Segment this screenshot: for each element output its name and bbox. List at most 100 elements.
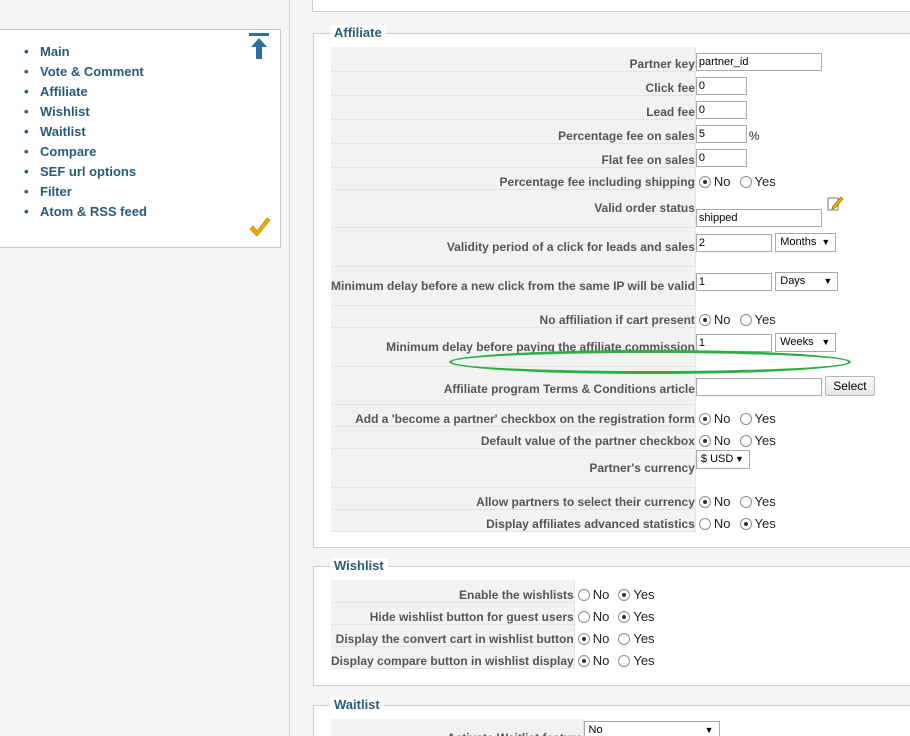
compare-btn-no-radio[interactable] [577, 655, 590, 667]
sidebar-item-wishlist[interactable]: • Wishlist [24, 102, 147, 122]
top-bar [0, 0, 910, 16]
convert-cart-no-radio[interactable] [577, 633, 590, 645]
hide-guest-yes-radio[interactable] [618, 611, 631, 623]
row-partner-key: Partner key partner_id [331, 47, 895, 72]
row-no-affil-cart: No affiliation if cart present No Yes [331, 305, 895, 328]
affiliate-form: Partner key partner_id Click fee 0 Lead … [331, 47, 895, 532]
percentage-fee-label: Percentage fee on sales [331, 119, 696, 144]
row-percentage-fee: Percentage fee on sales 5% [331, 119, 895, 144]
click-fee-input[interactable]: 0 [695, 77, 747, 95]
row-valid-order-status: Valid order status shipped [331, 189, 895, 228]
default-partner-label: Default value of the partner checkbox [331, 426, 696, 449]
affiliate-legend: Affiliate [330, 25, 386, 41]
click-fee-label: Click fee [331, 71, 696, 96]
min-delay-click-label: Minimum delay before a new click from th… [331, 266, 696, 306]
partner-key-input[interactable]: partner_id [695, 53, 822, 71]
become-partner-yes-radio[interactable] [739, 413, 752, 425]
default-partner-no-radio[interactable] [698, 435, 711, 447]
terms-article-input[interactable] [695, 378, 822, 396]
no-affil-cart-label: No affiliation if cart present [331, 305, 696, 328]
percent-unit: % [748, 129, 760, 143]
wishlist-panel: Wishlist Enable the wishlists No Yes Hide… [313, 558, 910, 686]
currency-label: Partner's currency [331, 448, 696, 488]
row-click-fee: Click fee 0 [331, 71, 895, 96]
percentage-fee-input[interactable]: 5 [695, 125, 747, 143]
row-enable-wishlists: Enable the wishlists No Yes [331, 580, 694, 603]
column-divider [289, 0, 290, 736]
wishlist-legend: Wishlist [330, 558, 388, 574]
arrow-up-icon[interactable] [248, 32, 270, 60]
sidebar-item-atom-rss[interactable]: • Atom & RSS feed [24, 202, 147, 222]
validity-period-unit-select[interactable]: Months ▼ [775, 233, 837, 252]
hide-guest-no-radio[interactable] [577, 611, 590, 623]
row-currency: Partner's currency $ USD ▼ [331, 448, 895, 488]
min-delay-commission-input[interactable]: 1 [695, 334, 772, 352]
enable-wishlists-no-radio[interactable] [577, 589, 590, 601]
default-partner-yes-radio[interactable] [739, 435, 752, 447]
row-default-partner: Default value of the partner checkbox No… [331, 426, 895, 449]
convert-cart-yes-radio[interactable] [618, 633, 631, 645]
row-lead-fee: Lead fee 0 [331, 95, 895, 120]
validity-period-input[interactable]: 2 [695, 234, 772, 252]
min-delay-click-unit-select[interactable]: Days ▼ [775, 272, 839, 291]
adv-stats-no-radio[interactable] [698, 518, 711, 530]
partner-key-label: Partner key [331, 47, 696, 72]
currency-select[interactable]: $ USD ▼ [695, 450, 750, 469]
enable-wishlists-yes-radio[interactable] [618, 589, 631, 601]
min-delay-commission-unit-select[interactable]: Weeks ▼ [775, 333, 837, 352]
sidebar-nav: • Main • Vote & Comment • Affiliate • Wishli… [24, 42, 147, 222]
row-hide-guest: Hide wishlist button for guest users No Y… [331, 602, 694, 625]
chevron-down-icon: ▼ [734, 454, 744, 464]
allow-currency-yes-radio[interactable] [739, 496, 752, 508]
no-affil-cart-yes-radio[interactable] [739, 314, 752, 326]
row-become-partner: Add a 'become a partner' checkbox on the… [331, 404, 895, 427]
adv-stats-yes-radio[interactable] [739, 518, 752, 530]
allow-currency-label: Allow partners to select their currency [331, 487, 696, 510]
chevron-down-icon: ▼ [821, 337, 831, 347]
chevron-down-icon: ▼ [704, 725, 714, 735]
sidebar-item-vote-comment[interactable]: • Vote & Comment [24, 62, 147, 82]
waitlist-panel: Waitlist Activate Waitlist feature No▼ [313, 697, 910, 736]
pct-shipping-yes-radio[interactable] [739, 176, 752, 188]
sidebar-item-main[interactable]: • Main [24, 42, 147, 62]
edit-pencil-icon[interactable] [827, 195, 843, 211]
validity-period-label: Validity period of a click for leads and… [331, 227, 696, 267]
select-article-button[interactable]: Select [825, 376, 875, 396]
row-convert-cart: Display the convert cart in wishlist but… [331, 624, 694, 647]
chevron-down-icon: ▼ [821, 237, 831, 247]
valid-order-status-input[interactable]: shipped [695, 209, 822, 227]
chevron-down-icon: ▼ [823, 276, 833, 286]
become-partner-label: Add a 'become a partner' checkbox on the… [331, 404, 696, 427]
activate-waitlist-label: Activate Waitlist feature [331, 719, 584, 736]
lead-fee-input[interactable]: 0 [695, 101, 747, 119]
pct-shipping-label: Percentage fee including shipping [331, 167, 696, 190]
allow-currency-no-radio[interactable] [698, 496, 711, 508]
row-validity-period: Validity period of a click for leads and… [331, 227, 895, 267]
row-compare-btn: Display compare button in wishlist displ… [331, 646, 694, 669]
lead-fee-label: Lead fee [331, 95, 696, 120]
sidebar-item-compare[interactable]: • Compare [24, 142, 147, 162]
pct-shipping-no-radio[interactable] [698, 176, 711, 188]
convert-cart-label: Display the convert cart in wishlist but… [331, 624, 575, 647]
highlight-ellipse [449, 350, 851, 374]
row-allow-currency: Allow partners to select their currency … [331, 487, 895, 510]
wishlist-form: Enable the wishlists No Yes Hide wishlist… [331, 580, 694, 669]
waitlist-legend: Waitlist [330, 697, 384, 713]
row-adv-stats: Display affiliates advanced statistics N… [331, 509, 895, 532]
become-partner-no-radio[interactable] [698, 413, 711, 425]
sidebar-item-affiliate[interactable]: • Affiliate [24, 82, 147, 102]
adv-stats-label: Display affiliates advanced statistics [331, 509, 696, 532]
affiliate-panel: Affiliate Partner key partner_id Click f… [313, 25, 910, 548]
flat-fee-input[interactable]: 0 [695, 149, 747, 167]
activate-waitlist-select[interactable]: No ▼ [583, 721, 720, 736]
sidebar: • Main • Vote & Comment • Affiliate • Wishli… [0, 29, 281, 248]
min-delay-click-input[interactable]: 1 [695, 273, 772, 291]
compare-btn-label: Display compare button in wishlist displ… [331, 646, 575, 669]
sidebar-item-filter[interactable]: • Filter [24, 182, 147, 202]
sidebar-item-sef[interactable]: • SEF url options [24, 162, 147, 182]
checkmark-icon[interactable] [248, 217, 272, 239]
sidebar-item-waitlist[interactable]: • Waitlist [24, 122, 147, 142]
compare-btn-yes-radio[interactable] [618, 655, 631, 667]
row-flat-fee: Flat fee on sales 0 [331, 143, 895, 168]
no-affil-cart-no-radio[interactable] [698, 314, 711, 326]
